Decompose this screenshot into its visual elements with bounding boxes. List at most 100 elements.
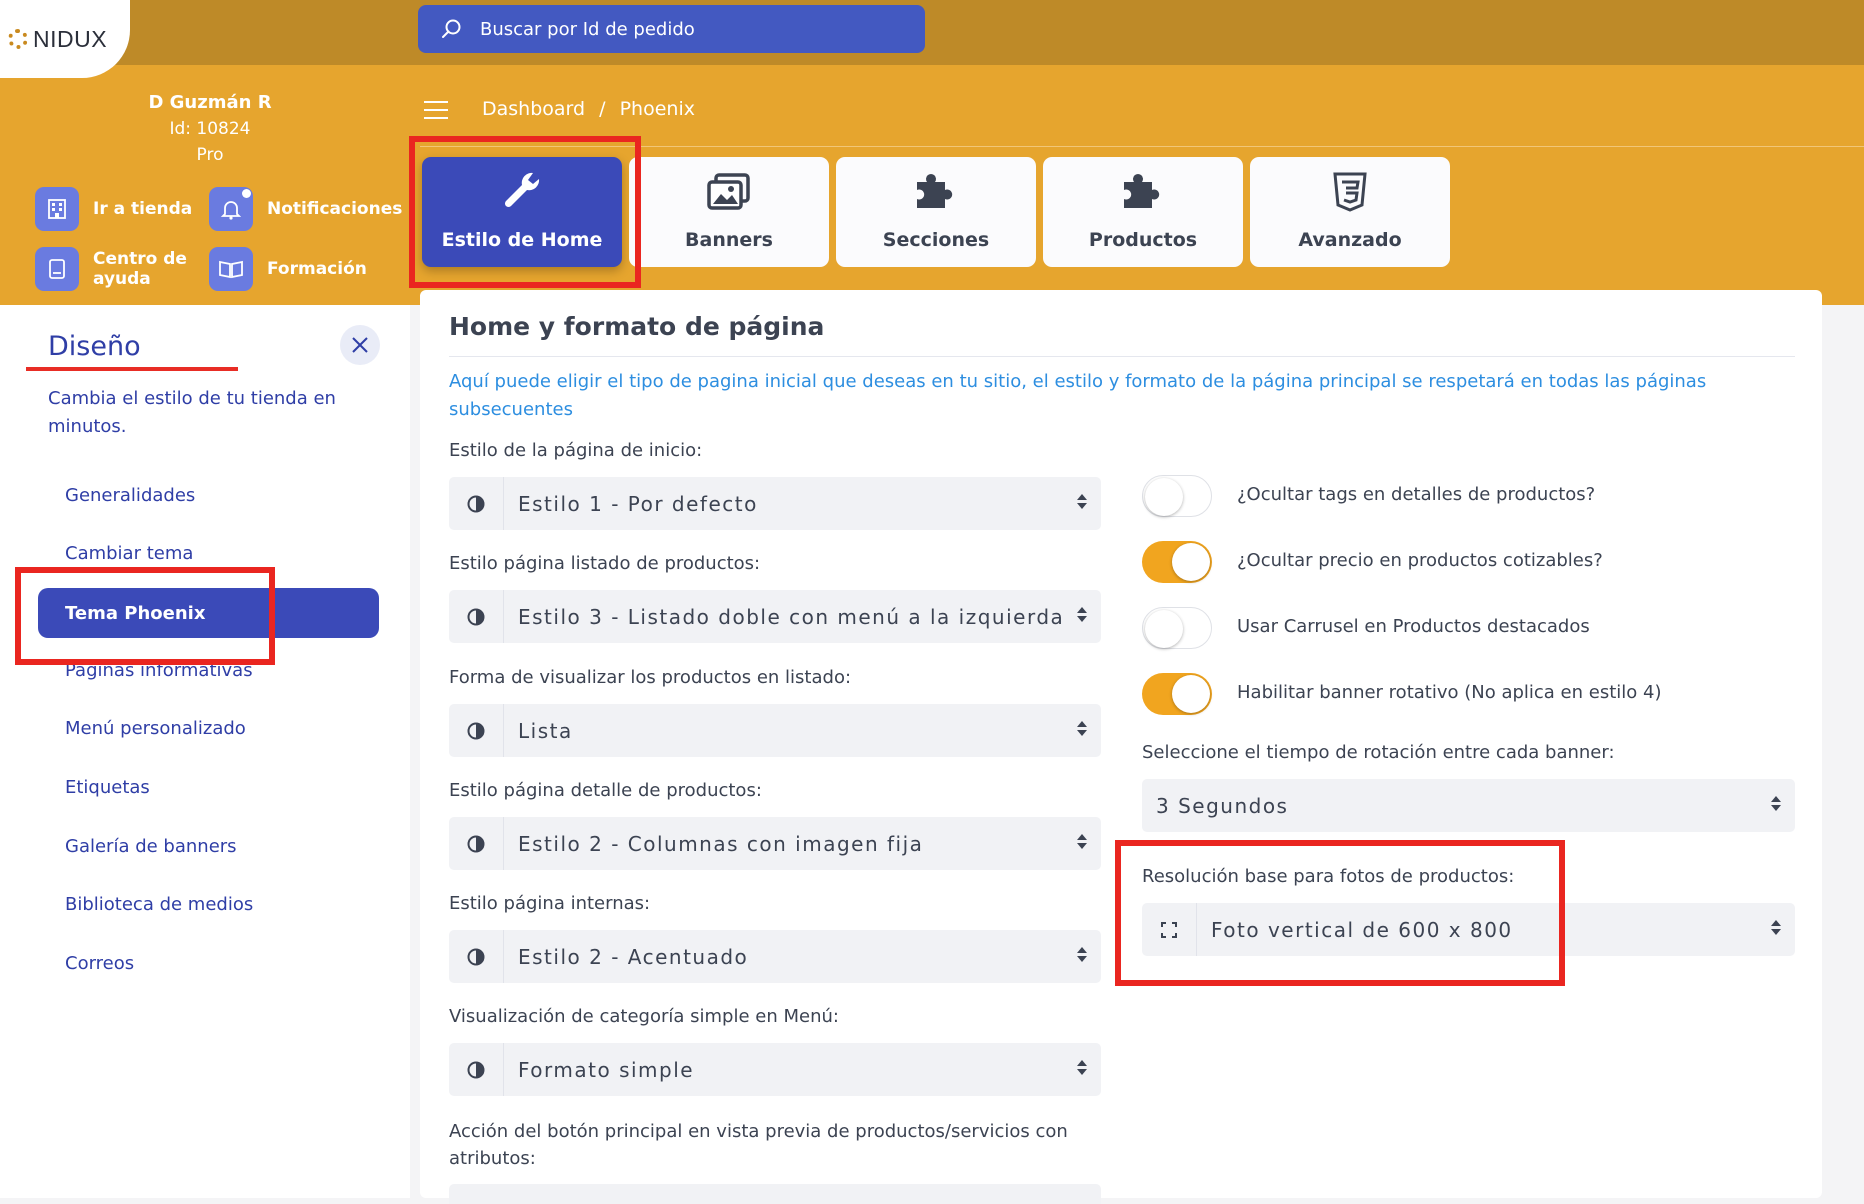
contrast-icon [449, 704, 504, 757]
tab-banners[interactable]: Banners [629, 157, 829, 267]
field-label: Estilo página listado de productos: [449, 553, 761, 574]
title-divider [449, 356, 1795, 357]
quick-link-label: Notificaciones [267, 199, 403, 219]
quick-link-training[interactable]: Formación [209, 247, 367, 291]
select-arrow-icon [1771, 796, 1781, 811]
search-icon [432, 18, 472, 40]
tab-secciones[interactable]: Secciones [836, 157, 1036, 267]
puzzle-icon [1120, 168, 1166, 217]
brand-name: NIDUX [33, 25, 108, 52]
tab-label: Productos [1088, 229, 1198, 251]
sidebar-item-biblioteca-de-medios[interactable]: Biblioteca de medios [65, 894, 253, 915]
page-title: Home y formato de página [449, 312, 825, 341]
sidebar-description: Cambia el estilo de tu tienda en minutos… [48, 388, 336, 437]
breadcrumb-home[interactable]: Dashboard [482, 98, 585, 120]
select-value: Formato simple [518, 1057, 695, 1082]
book-icon [35, 247, 79, 291]
info-text: Aquí puede eligir el tipo de pagina inic… [449, 371, 1707, 420]
breadcrumb: Dashboard / Phoenix [482, 98, 695, 120]
quick-link-notifications[interactable]: Notificaciones [209, 187, 402, 231]
bell-icon [209, 187, 253, 231]
main-button-action-select[interactable] [449, 1184, 1101, 1204]
css3-icon [1332, 172, 1368, 217]
category-menu-select[interactable]: Formato simple [449, 1043, 1101, 1096]
contrast-icon [449, 1043, 504, 1096]
select-arrow-icon [1771, 920, 1781, 935]
quick-link-label: Formación [267, 259, 367, 279]
field-label: Estilo página internas: [449, 893, 651, 914]
quick-link-label: Centro de ayuda [93, 249, 187, 289]
tab-label: Avanzado [1298, 229, 1402, 251]
toggle-rotating-banner[interactable] [1142, 673, 1212, 715]
breadcrumb-current: Phoenix [619, 98, 695, 120]
toggle-hide-price[interactable] [1142, 541, 1212, 583]
puzzle-icon [913, 168, 959, 217]
top-bar [0, 0, 1864, 65]
contrast-icon [449, 930, 504, 983]
listing-view-select[interactable]: Lista [449, 704, 1101, 757]
internal-style-select[interactable]: Estilo 2 - Acentuado [449, 930, 1101, 983]
toggle-label: ¿Ocultar tags en detalles de productos? [1237, 484, 1596, 505]
highlight-box [409, 136, 641, 288]
logo[interactable]: NIDUX [0, 0, 130, 78]
select-arrow-icon [1077, 721, 1087, 736]
home-style-select[interactable]: Estilo 1 - Por defecto [449, 477, 1101, 530]
contrast-icon [449, 590, 504, 643]
select-value: Estilo 3 - Listado doble con menú a la i… [518, 604, 1065, 629]
main-panel: Home y formato de página Aquí puede elig… [420, 290, 1822, 1204]
listing-style-select[interactable]: Estilo 3 - Listado doble con menú a la i… [449, 590, 1101, 643]
select-arrow-icon [1077, 947, 1087, 962]
select-value: Estilo 2 - Columnas con imagen fija [518, 831, 924, 856]
close-sidebar-button[interactable] [340, 325, 380, 365]
select-arrow-icon [1077, 834, 1087, 849]
tab-label: Banners [685, 229, 773, 251]
toggle-label: ¿Ocultar precio en productos cotizables? [1237, 550, 1603, 571]
field-label: Estilo página detalle de productos: [449, 780, 762, 801]
open-book-icon [209, 247, 253, 291]
select-arrow-icon [1077, 1060, 1087, 1075]
sidebar-title: Diseño [48, 331, 141, 362]
search-bar[interactable]: Buscar por Id de pedido [418, 5, 925, 53]
select-value: Lista [518, 718, 573, 743]
toggle-hide-tags[interactable] [1142, 475, 1212, 517]
sidebar-item-cambiar-tema[interactable]: Cambiar tema [65, 543, 193, 564]
field-label: Acción del botón principal en vista prev… [449, 1121, 1068, 1169]
sidebar-item-correos[interactable]: Correos [65, 953, 134, 974]
user-plan: Pro [196, 145, 224, 165]
quick-link-help[interactable]: Centro de ayuda [35, 247, 203, 291]
title-underline [26, 367, 238, 371]
search-input[interactable]: Buscar por Id de pedido [480, 19, 695, 40]
select-arrow-icon [1077, 607, 1087, 622]
toggle-label: Usar Carrusel en Productos destacados [1237, 616, 1590, 637]
menu-icon[interactable] [424, 101, 448, 125]
tab-productos[interactable]: Productos [1043, 157, 1243, 267]
user-id: Id: 10824 [169, 119, 251, 139]
tab-label: Secciones [882, 229, 990, 251]
detail-style-select[interactable]: Estilo 2 - Columnas con imagen fija [449, 817, 1101, 870]
toggle-featured-carousel[interactable] [1142, 607, 1212, 649]
highlight-box [15, 567, 275, 665]
sidebar-item-etiquetas[interactable]: Etiquetas [65, 777, 150, 798]
design-sidebar: Diseño Cambia el estilo de tu tienda en … [0, 305, 410, 1198]
highlight-box [1115, 840, 1565, 986]
sidebar-item-galeria-de-banners[interactable]: Galería de banners [65, 836, 237, 857]
quick-link-store[interactable]: Ir a tienda [35, 187, 192, 231]
breadcrumb-separator: / [599, 98, 606, 120]
toggle-label: Habilitar banner rotativo (No aplica en … [1237, 682, 1662, 703]
user-name: D Guzmán R [148, 92, 272, 113]
field-label: Forma de visualizar los productos en lis… [449, 667, 852, 688]
user-info: D Guzmán R Id: 10824 Pro [0, 92, 420, 165]
tab-avanzado[interactable]: Avanzado [1250, 157, 1450, 267]
close-icon [352, 337, 368, 353]
select-value: Estilo 2 - Acentuado [518, 944, 749, 969]
select-value: Estilo 1 - Por defecto [518, 491, 758, 516]
rotation-time-select[interactable]: 3 Segundos [1142, 779, 1795, 832]
contrast-icon [449, 817, 504, 870]
sidebar-item-generalidades[interactable]: Generalidades [65, 485, 195, 506]
select-arrow-icon [1077, 494, 1087, 509]
field-label: Estilo de la página de inicio: [449, 440, 703, 461]
contrast-icon [449, 477, 504, 530]
images-icon [706, 172, 752, 217]
sidebar-item-menu-personalizado[interactable]: Menú personalizado [65, 718, 246, 739]
quick-link-label: Ir a tienda [93, 199, 193, 219]
